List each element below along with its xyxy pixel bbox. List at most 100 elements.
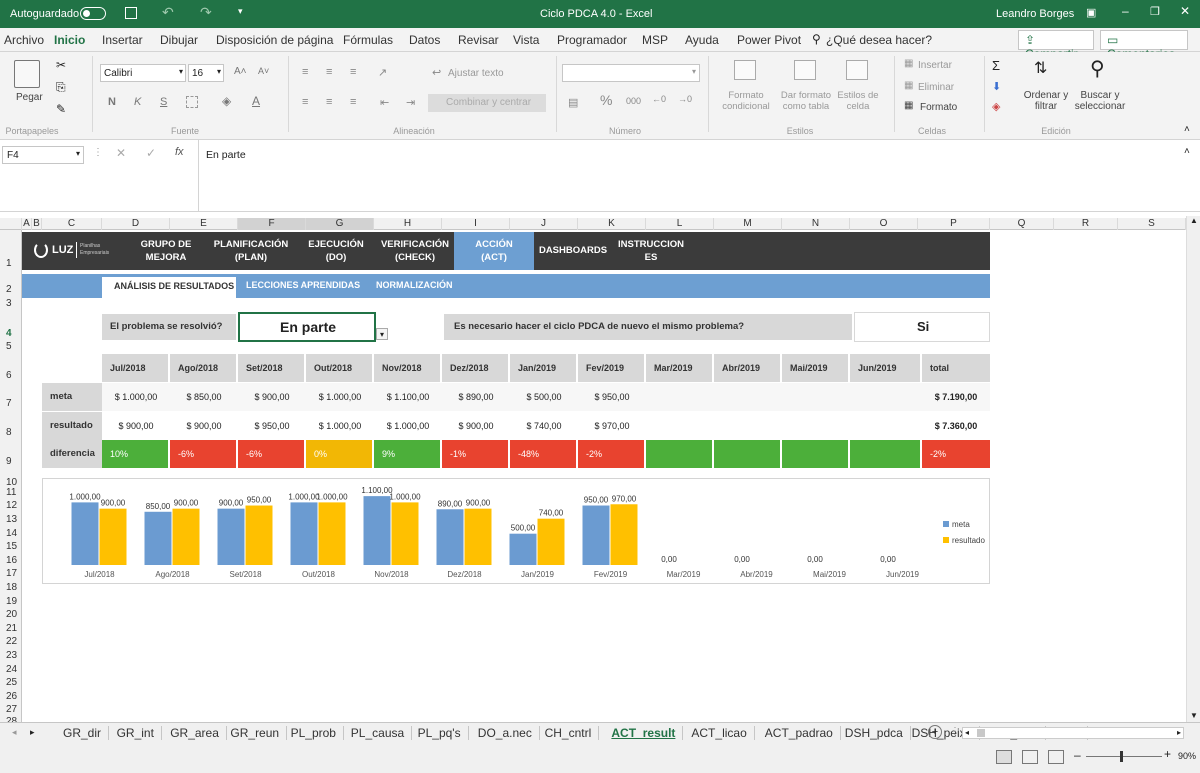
resultado-cell[interactable]: $ 1.000,00 <box>374 421 442 431</box>
column-header[interactable]: H <box>374 218 442 230</box>
sheet-tab[interactable]: DSH_pdca <box>838 726 911 740</box>
resultado-cell[interactable]: $ 900,00 <box>442 421 510 431</box>
diferencia-cell[interactable]: 9% <box>374 440 440 468</box>
insert-function-icon[interactable]: fx <box>175 146 184 158</box>
zoom-slider[interactable] <box>1086 751 1162 762</box>
meta-cell[interactable]: $ 900,00 <box>238 392 306 402</box>
align-top-icon[interactable]: ≡ <box>302 66 308 78</box>
sheet-tab[interactable]: PL_prob <box>284 726 344 740</box>
meta-cell[interactable]: $ 1.000,00 <box>102 392 170 402</box>
horizontal-scrollbar[interactable]: ◂ ▸ <box>962 727 1184 739</box>
row-header[interactable]: 20 <box>0 609 22 620</box>
fill-icon[interactable]: ⬇ <box>992 80 1001 93</box>
column-header[interactable]: K <box>578 218 646 230</box>
column-header[interactable]: G <box>306 218 374 230</box>
sheet-tab[interactable]: ACT_padrao <box>758 726 841 740</box>
tab-insertar[interactable]: Insertar <box>102 33 143 47</box>
decrease-indent-icon[interactable]: ⇤ <box>380 96 389 109</box>
column-header[interactable]: I <box>442 218 510 230</box>
select-all[interactable] <box>0 218 22 230</box>
normal-view-icon[interactable] <box>996 750 1012 764</box>
dropdown-arrow-icon[interactable]: ▾ <box>376 328 388 340</box>
row-header[interactable]: 26 <box>0 691 22 702</box>
column-header[interactable]: S <box>1118 218 1186 230</box>
column-header[interactable]: O <box>850 218 918 230</box>
row-header[interactable]: 18 <box>0 582 22 593</box>
tab-msp[interactable]: MSP <box>642 33 668 47</box>
collapse-ribbon-icon[interactable]: ˄ <box>1184 124 1190 135</box>
orientation-icon[interactable]: ↗ <box>378 66 387 79</box>
subnav-lecciones[interactable]: LECCIONES APRENDIDAS <box>246 280 360 290</box>
font-color-icon[interactable]: A <box>252 94 260 108</box>
meta-cell[interactable]: $ 890,00 <box>442 392 510 402</box>
meta-cell[interactable]: $ 500,00 <box>510 392 578 402</box>
scroll-left-icon[interactable]: ◂ <box>965 728 969 737</box>
ribbon-options-icon[interactable]: ▣ <box>1086 6 1096 19</box>
row-header[interactable]: 9 <box>0 456 22 467</box>
scroll-down-icon[interactable]: ▼ <box>1190 711 1198 720</box>
redo-icon[interactable]: ↷ <box>200 4 212 21</box>
number-format-select[interactable]: ▾ <box>562 64 700 82</box>
sheet-tab[interactable]: ACT_licao <box>684 726 755 740</box>
resultado-cell[interactable]: $ 950,00 <box>238 421 306 431</box>
shrink-font-icon[interactable]: A˅ <box>258 66 269 76</box>
add-sheet-icon[interactable]: + <box>928 725 942 739</box>
row-header[interactable]: 7 <box>0 398 22 409</box>
thousands-icon[interactable]: 000 <box>626 96 641 106</box>
page-layout-icon[interactable] <box>1022 750 1038 764</box>
wrap-text-button[interactable]: Ajustar texto <box>448 68 504 79</box>
cut-icon[interactable]: ✂ <box>56 58 66 72</box>
sheet-tab[interactable]: ACT_result <box>604 726 684 740</box>
nav-instrucciones[interactable]: INSTRUCCION ES <box>612 238 690 264</box>
diferencia-cell[interactable]: -6% <box>170 440 236 468</box>
diferencia-cell[interactable]: -1% <box>442 440 508 468</box>
tab-revisar[interactable]: Revisar <box>458 33 499 47</box>
question-2-answer-cell[interactable]: Si <box>854 312 990 342</box>
meta-cell[interactable]: $ 950,00 <box>578 392 646 402</box>
meta-cell[interactable]: $ 1.100,00 <box>374 392 442 402</box>
row-header[interactable]: 25 <box>0 677 22 688</box>
diferencia-cell[interactable] <box>714 440 780 468</box>
align-right-icon[interactable]: ≡ <box>350 96 356 108</box>
resultado-total-cell[interactable]: $ 7.360,00 <box>922 421 990 431</box>
format-painter-icon[interactable]: ✎ <box>56 102 66 116</box>
tab-vista[interactable]: Vista <box>513 33 539 47</box>
row-header[interactable]: 12 <box>0 500 22 511</box>
meta-cell[interactable]: $ 850,00 <box>170 392 238 402</box>
increase-indent-icon[interactable]: ⇥ <box>406 96 415 109</box>
conditional-format-button[interactable]: Formato condicional <box>716 90 776 112</box>
resultado-cell[interactable]: $ 1.000,00 <box>306 421 374 431</box>
nav-grupo-mejora[interactable]: GRUPO DE MEJORA <box>130 238 202 264</box>
align-bottom-icon[interactable]: ≡ <box>350 66 356 78</box>
find-select-button[interactable]: Buscar y seleccionar <box>1072 90 1128 112</box>
increase-decimal-icon[interactable]: ←0 <box>652 94 666 104</box>
bold-button[interactable]: N <box>108 96 116 108</box>
row-header[interactable]: 14 <box>0 528 22 539</box>
row-header[interactable]: 17 <box>0 568 22 579</box>
paste-icon[interactable] <box>14 60 40 88</box>
scroll-thumb[interactable] <box>977 729 985 737</box>
row-header[interactable]: 3 <box>0 298 22 309</box>
nav-verificacion[interactable]: VERIFICACIÓN (CHECK) <box>374 238 456 264</box>
resultado-cell[interactable]: $ 900,00 <box>170 421 238 431</box>
question-1-answer-cell[interactable]: En parte <box>238 312 376 342</box>
restore-icon[interactable]: ❐ <box>1150 5 1160 18</box>
tell-me-input[interactable]: ¿Qué desea hacer? <box>826 33 932 47</box>
column-header[interactable]: A <box>22 218 32 230</box>
tab-ayuda[interactable]: Ayuda <box>685 33 719 47</box>
column-header[interactable]: B <box>32 218 42 230</box>
align-left-icon[interactable]: ≡ <box>302 96 308 108</box>
format-table-button[interactable]: Dar formato como tabla <box>778 90 834 112</box>
row-header[interactable]: 5 <box>0 341 22 352</box>
column-header[interactable]: J <box>510 218 578 230</box>
sheet-tab[interactable]: CH_cntrl <box>538 726 600 740</box>
fill-color-icon[interactable]: ◈ <box>222 94 231 108</box>
nav-ejecucion[interactable]: EJECUCIÓN (DO) <box>298 238 374 264</box>
tab-formulas[interactable]: Fórmulas <box>343 33 393 47</box>
merge-center-button[interactable]: Combinar y centrar <box>428 94 546 112</box>
row-header[interactable]: 19 <box>0 596 22 607</box>
save-icon[interactable] <box>125 7 137 19</box>
underline-button[interactable]: S <box>160 96 167 108</box>
row-header[interactable]: 4 <box>0 328 22 339</box>
diferencia-cell[interactable]: 10% <box>102 440 168 468</box>
